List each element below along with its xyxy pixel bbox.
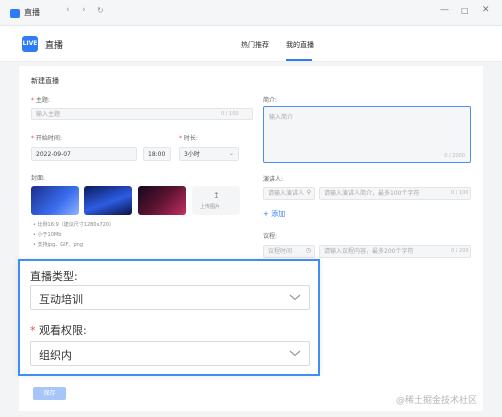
clock-icon: ◷ [305,247,311,254]
tab-my-live[interactable]: 我的直播 [286,40,314,50]
live-type-select[interactable]: 互动培训 [30,285,310,310]
agenda-time-input[interactable]: 议程时间 ◷ [263,245,315,258]
close-icon[interactable]: ✕ [482,5,490,15]
cover-note: • 支持jpg、GIF、png [33,242,84,248]
cover-thumbnail[interactable] [84,186,132,215]
upload-label: 上传图片 [200,204,221,210]
start-time-input[interactable]: 18:00 [143,147,171,161]
maximize-icon[interactable]: □ [461,6,469,15]
upload-image-button[interactable]: ↥ 上传图片 [192,186,240,215]
tab-hot-recommend[interactable]: 热门推荐 [241,40,269,50]
upload-icon: ↥ [213,191,220,200]
intro-label: 简介: [263,97,278,104]
agenda-content-input[interactable]: 请输入议程内容，最多200个字符 [319,245,471,258]
cover-note: • 小于10Mb [33,232,62,238]
live-type-value: 互动培训 [39,293,83,306]
app-header: LIVE 直播 热门推荐 我的直播 [0,26,502,62]
speaker-desc-counter: 0 / 100 [451,190,469,196]
start-time-label: * 开始时间: [31,135,62,142]
cover-note: • 比例16:9（建议尺寸1280x720） [33,222,114,228]
start-date-input[interactable]: 2022-09-07 [31,147,137,161]
app-window: 直播 ‹ › ↻ — □ ✕ LIVE 直播 热门推荐 我的直播 新建直播 * … [0,0,502,417]
live-logo-icon: LIVE [22,36,38,52]
subject-counter: 0 / 100 [221,111,239,117]
subject-label: * 主题: [31,97,50,104]
watermark: @稀土掘金技术社区 [396,396,478,406]
section-title: 新建直播 [31,77,59,85]
intro-textarea[interactable]: 输入简介 0 / 2000 [263,106,471,163]
refresh-icon[interactable]: ↻ [97,6,104,15]
chevron-down-icon: ⌄ [228,150,234,157]
active-tab-indicator [286,59,312,61]
duration-select[interactable]: 3小时 ⌄ [179,147,239,161]
page-title: 直播 [45,41,64,51]
speaker-name-input[interactable]: 请输入演讲人 ⚲ [263,187,315,200]
live-settings-highlight: 直播类型: 互动培训 * 观看权限: 组织内 [18,259,320,376]
cover-thumbnail[interactable] [31,186,79,215]
subject-input[interactable]: 输入主题 [31,108,253,120]
intro-placeholder: 输入简介 [269,114,294,121]
chevron-down-icon [289,294,301,301]
forward-icon[interactable]: › [82,5,86,15]
view-permission-value: 组织内 [39,349,72,362]
view-permission-select[interactable]: 组织内 [30,341,310,366]
app-small-logo-icon [10,9,20,18]
cover-label: 封面: [31,175,46,182]
minimize-icon[interactable]: — [440,5,449,15]
back-icon[interactable]: ‹ [66,5,70,15]
speaker-label: 演讲人: [263,176,284,183]
intro-counter: 0 / 2000 [444,153,465,159]
search-icon: ⚲ [306,189,311,196]
window-title: 直播 [24,8,40,17]
speaker-desc-input[interactable]: 请输入演讲人简介，最多100个字符 [319,187,471,200]
chevron-down-icon [289,350,301,357]
agenda-label: 议程: [263,233,278,240]
save-button[interactable]: 保存 [33,387,66,400]
add-speaker-button[interactable]: + 添加 [263,209,285,219]
live-type-label: 直播类型: [30,270,78,283]
title-bar: 直播 ‹ › ↻ — □ ✕ [0,0,502,26]
agenda-content-counter: 0 / 200 [451,248,469,254]
view-permission-label: * 观看权限: [30,324,87,337]
duration-label: * 时长: [179,135,198,142]
cover-thumbnail[interactable] [138,186,186,215]
